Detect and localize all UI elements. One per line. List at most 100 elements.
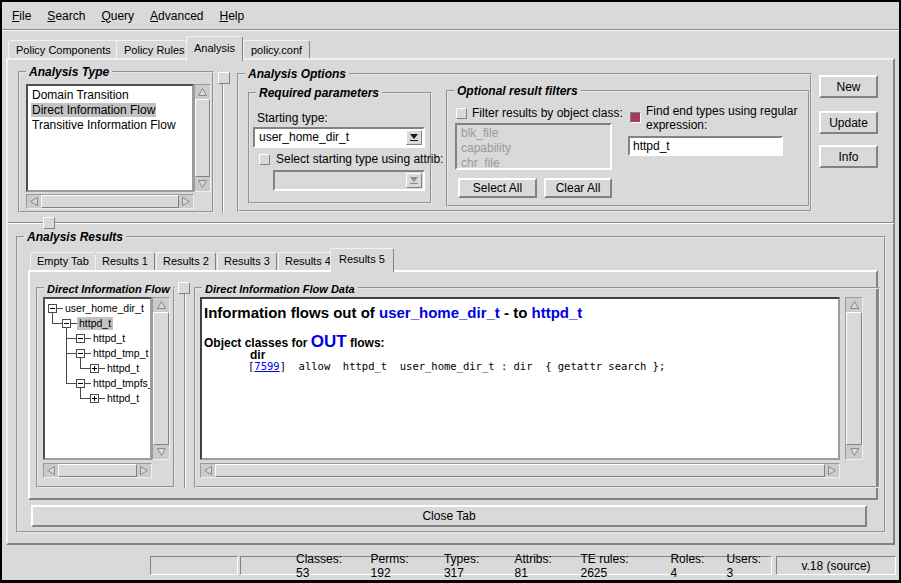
results-tab-4[interactable]: Results 4 xyxy=(278,252,338,270)
new-button[interactable]: New xyxy=(819,75,878,98)
menubar-separator xyxy=(2,29,899,31)
status-types: Types: 317 xyxy=(444,552,503,580)
scroll-right-icon[interactable] xyxy=(825,464,839,477)
analysis-type-listbox[interactable]: Domain Transition Direct Information Flo… xyxy=(26,84,194,192)
flow-tree[interactable]: user_home_dir_t httpd_t httpd_t httpd_tm… xyxy=(43,297,152,460)
info-button[interactable]: Info xyxy=(819,145,878,168)
status-roles: Roles: 4 xyxy=(670,552,714,580)
tree-hscrollbar[interactable] xyxy=(43,463,152,478)
tree-collapse-icon[interactable] xyxy=(62,319,71,328)
flow-direction: OUT xyxy=(311,332,347,351)
menu-search[interactable]: Search xyxy=(39,9,93,23)
list-item[interactable]: Transitive Information Flow xyxy=(28,118,192,133)
scroll-right-icon[interactable] xyxy=(137,464,151,477)
tree-node-selected[interactable]: httpd_t xyxy=(77,317,113,330)
flow-target-type: httpd_t xyxy=(532,304,583,321)
scroll-left-icon[interactable] xyxy=(27,195,41,208)
scroll-thumb[interactable] xyxy=(58,464,137,477)
sash-handle[interactable] xyxy=(43,217,55,229)
filter-object-class-checkbox[interactable] xyxy=(456,108,467,119)
status-empty-panel xyxy=(150,556,238,575)
close-tab-button[interactable]: Close Tab xyxy=(31,505,867,527)
scroll-down-icon[interactable] xyxy=(195,177,210,191)
rule-number-link[interactable]: 7599 xyxy=(254,360,279,372)
scroll-left-icon[interactable] xyxy=(44,464,58,477)
select-all-button[interactable]: Select All xyxy=(458,178,537,198)
pane-sash-horizontal[interactable] xyxy=(8,222,894,224)
menu-help[interactable]: Help xyxy=(211,9,252,23)
tree-collapse-icon[interactable] xyxy=(76,349,85,358)
app-window: File Search Query Advanced Help Policy C… xyxy=(0,0,901,583)
tree-collapse-icon[interactable] xyxy=(48,304,57,313)
dropdown-button[interactable] xyxy=(406,130,422,145)
menu-file[interactable]: File xyxy=(4,9,39,23)
status-attribs: Attribs: 81 xyxy=(515,552,569,580)
list-item-selected[interactable]: Direct Information Flow xyxy=(28,103,192,118)
scroll-down-icon[interactable] xyxy=(846,445,862,459)
regex-checkbox[interactable] xyxy=(630,112,641,123)
tree-node[interactable]: httpd_t xyxy=(105,362,141,375)
tree-node[interactable]: httpd_tmp_t xyxy=(91,347,150,360)
tree-vscrollbar[interactable] xyxy=(152,297,170,460)
scroll-left-icon[interactable] xyxy=(201,464,215,477)
data-vscrollbar[interactable] xyxy=(845,297,863,460)
dropdown-button xyxy=(406,173,422,188)
attrib-checkbox[interactable] xyxy=(259,154,270,165)
tree-node[interactable]: httpd_t xyxy=(91,332,127,345)
scroll-thumb[interactable] xyxy=(41,195,179,208)
starting-type-value: user_home_dir_t xyxy=(259,130,349,145)
dropdown-arrow-icon xyxy=(410,177,418,182)
flow-data-title: Direct Information Flow Data xyxy=(202,282,358,296)
status-version-panel: v.18 (source) xyxy=(776,556,896,575)
scroll-thumb[interactable] xyxy=(846,312,862,445)
tab-policy-conf[interactable]: policy.conf xyxy=(243,40,310,59)
analysis-type-hscrollbar[interactable] xyxy=(26,194,194,209)
status-te-rules: TE rules: 2625 xyxy=(580,552,658,580)
tree-collapse-icon[interactable] xyxy=(76,334,85,343)
scroll-thumb[interactable] xyxy=(215,464,825,477)
scroll-down-icon[interactable] xyxy=(153,445,169,459)
pane-sash-vertical[interactable] xyxy=(222,71,224,213)
tree-node[interactable]: user_home_dir_t xyxy=(63,302,146,315)
results-tab-2[interactable]: Results 2 xyxy=(156,252,216,270)
scroll-up-icon[interactable] xyxy=(195,85,210,99)
update-button[interactable]: Update xyxy=(819,111,878,134)
scroll-up-icon[interactable] xyxy=(153,298,169,312)
filter-object-class-label: Filter results by object class: xyxy=(472,106,623,120)
results-tab-3[interactable]: Results 3 xyxy=(217,252,277,270)
list-item[interactable]: Domain Transition xyxy=(28,86,192,103)
object-class-listbox-disabled: blk_file capability chr_file xyxy=(455,123,612,170)
tab-policy-components[interactable]: Policy Components xyxy=(8,40,119,59)
starting-type-combobox[interactable]: user_home_dir_t xyxy=(253,127,425,148)
clear-all-button[interactable]: Clear All xyxy=(544,178,612,198)
regex-input[interactable]: httpd_t xyxy=(628,136,783,156)
sash-handle[interactable] xyxy=(218,72,230,84)
analysis-results-title: Analysis Results xyxy=(24,230,126,244)
analysis-type-vscrollbar[interactable] xyxy=(194,84,211,192)
results-tab-empty[interactable]: Empty Tab xyxy=(30,252,96,270)
scroll-up-icon[interactable] xyxy=(846,298,862,312)
sash-handle[interactable] xyxy=(178,282,190,294)
tab-analysis[interactable]: Analysis xyxy=(186,36,243,61)
tree-expand-icon[interactable] xyxy=(90,394,99,403)
results-tab-5[interactable]: Results 5 xyxy=(330,248,394,272)
results-tab-1[interactable]: Results 1 xyxy=(95,252,155,270)
menu-query[interactable]: Query xyxy=(93,9,142,23)
tab-policy-rules[interactable]: Policy Rules xyxy=(116,40,193,59)
scroll-thumb[interactable] xyxy=(153,312,169,445)
analysis-type-title: Analysis Type xyxy=(26,65,112,79)
menu-advanced[interactable]: Advanced xyxy=(142,9,211,23)
tree-expand-icon[interactable] xyxy=(90,364,99,373)
data-hscrollbar[interactable] xyxy=(200,463,840,478)
flow-data-text[interactable]: Information flows out of user_home_dir_t… xyxy=(200,297,840,460)
flow-heading-middle: - to xyxy=(500,304,532,321)
results-sash-vertical[interactable] xyxy=(184,287,186,488)
tree-collapse-icon[interactable] xyxy=(76,379,85,388)
list-item: capability xyxy=(457,141,610,156)
scroll-thumb[interactable] xyxy=(195,99,210,177)
tree-node[interactable]: httpd_t xyxy=(105,392,141,405)
menubar: File Search Query Advanced Help xyxy=(2,2,899,29)
dropdown-arrow-icon xyxy=(410,134,418,139)
tree-node[interactable]: httpd_tmpfs_t xyxy=(91,377,152,390)
scroll-right-icon[interactable] xyxy=(179,195,193,208)
